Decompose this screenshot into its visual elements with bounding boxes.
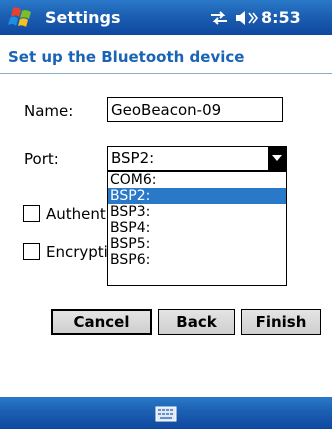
finish-button[interactable]: Finish xyxy=(241,309,321,335)
port-option[interactable]: BSP3: xyxy=(108,204,286,220)
dropdown-button[interactable] xyxy=(268,147,286,170)
authentication-label: Authent xyxy=(46,205,106,223)
page-title-text: Set up the Bluetooth device xyxy=(8,48,245,66)
encryption-checkbox[interactable] xyxy=(23,243,40,260)
title-divider xyxy=(0,73,332,74)
title-bar: Settings 8:53 xyxy=(0,0,332,35)
clock[interactable]: 8:53 xyxy=(261,8,301,27)
volume-icon[interactable] xyxy=(234,9,258,27)
back-button[interactable]: Back xyxy=(158,309,235,335)
soft-key-bar xyxy=(0,397,332,429)
port-option[interactable]: BSP6: xyxy=(108,252,286,268)
port-select[interactable]: BSP2: xyxy=(107,146,287,171)
port-select-value: BSP2: xyxy=(111,149,155,167)
port-option-selected[interactable]: BSP2: xyxy=(108,188,286,204)
app-title: Settings xyxy=(45,8,121,27)
keyboard-icon[interactable] xyxy=(155,406,177,422)
cancel-button[interactable]: Cancel xyxy=(51,309,152,335)
name-field[interactable]: GeoBeacon-09 xyxy=(107,97,283,122)
encryption-label: Encrypti xyxy=(46,243,108,261)
port-option[interactable]: BSP4: xyxy=(108,220,286,236)
page-title: Set up the Bluetooth device xyxy=(0,35,332,75)
windows-flag-icon[interactable] xyxy=(4,4,38,32)
port-label: Port: xyxy=(24,150,59,168)
port-option[interactable]: BSP5: xyxy=(108,236,286,252)
authentication-checkbox[interactable] xyxy=(23,205,40,222)
port-option[interactable]: COM6: xyxy=(108,172,286,188)
connectivity-icon[interactable] xyxy=(208,9,230,27)
port-dropdown-list[interactable]: COM6: BSP2: BSP3: BSP4: BSP5: BSP6: xyxy=(107,171,287,286)
name-label: Name: xyxy=(24,102,74,120)
chevron-down-icon xyxy=(272,155,282,161)
